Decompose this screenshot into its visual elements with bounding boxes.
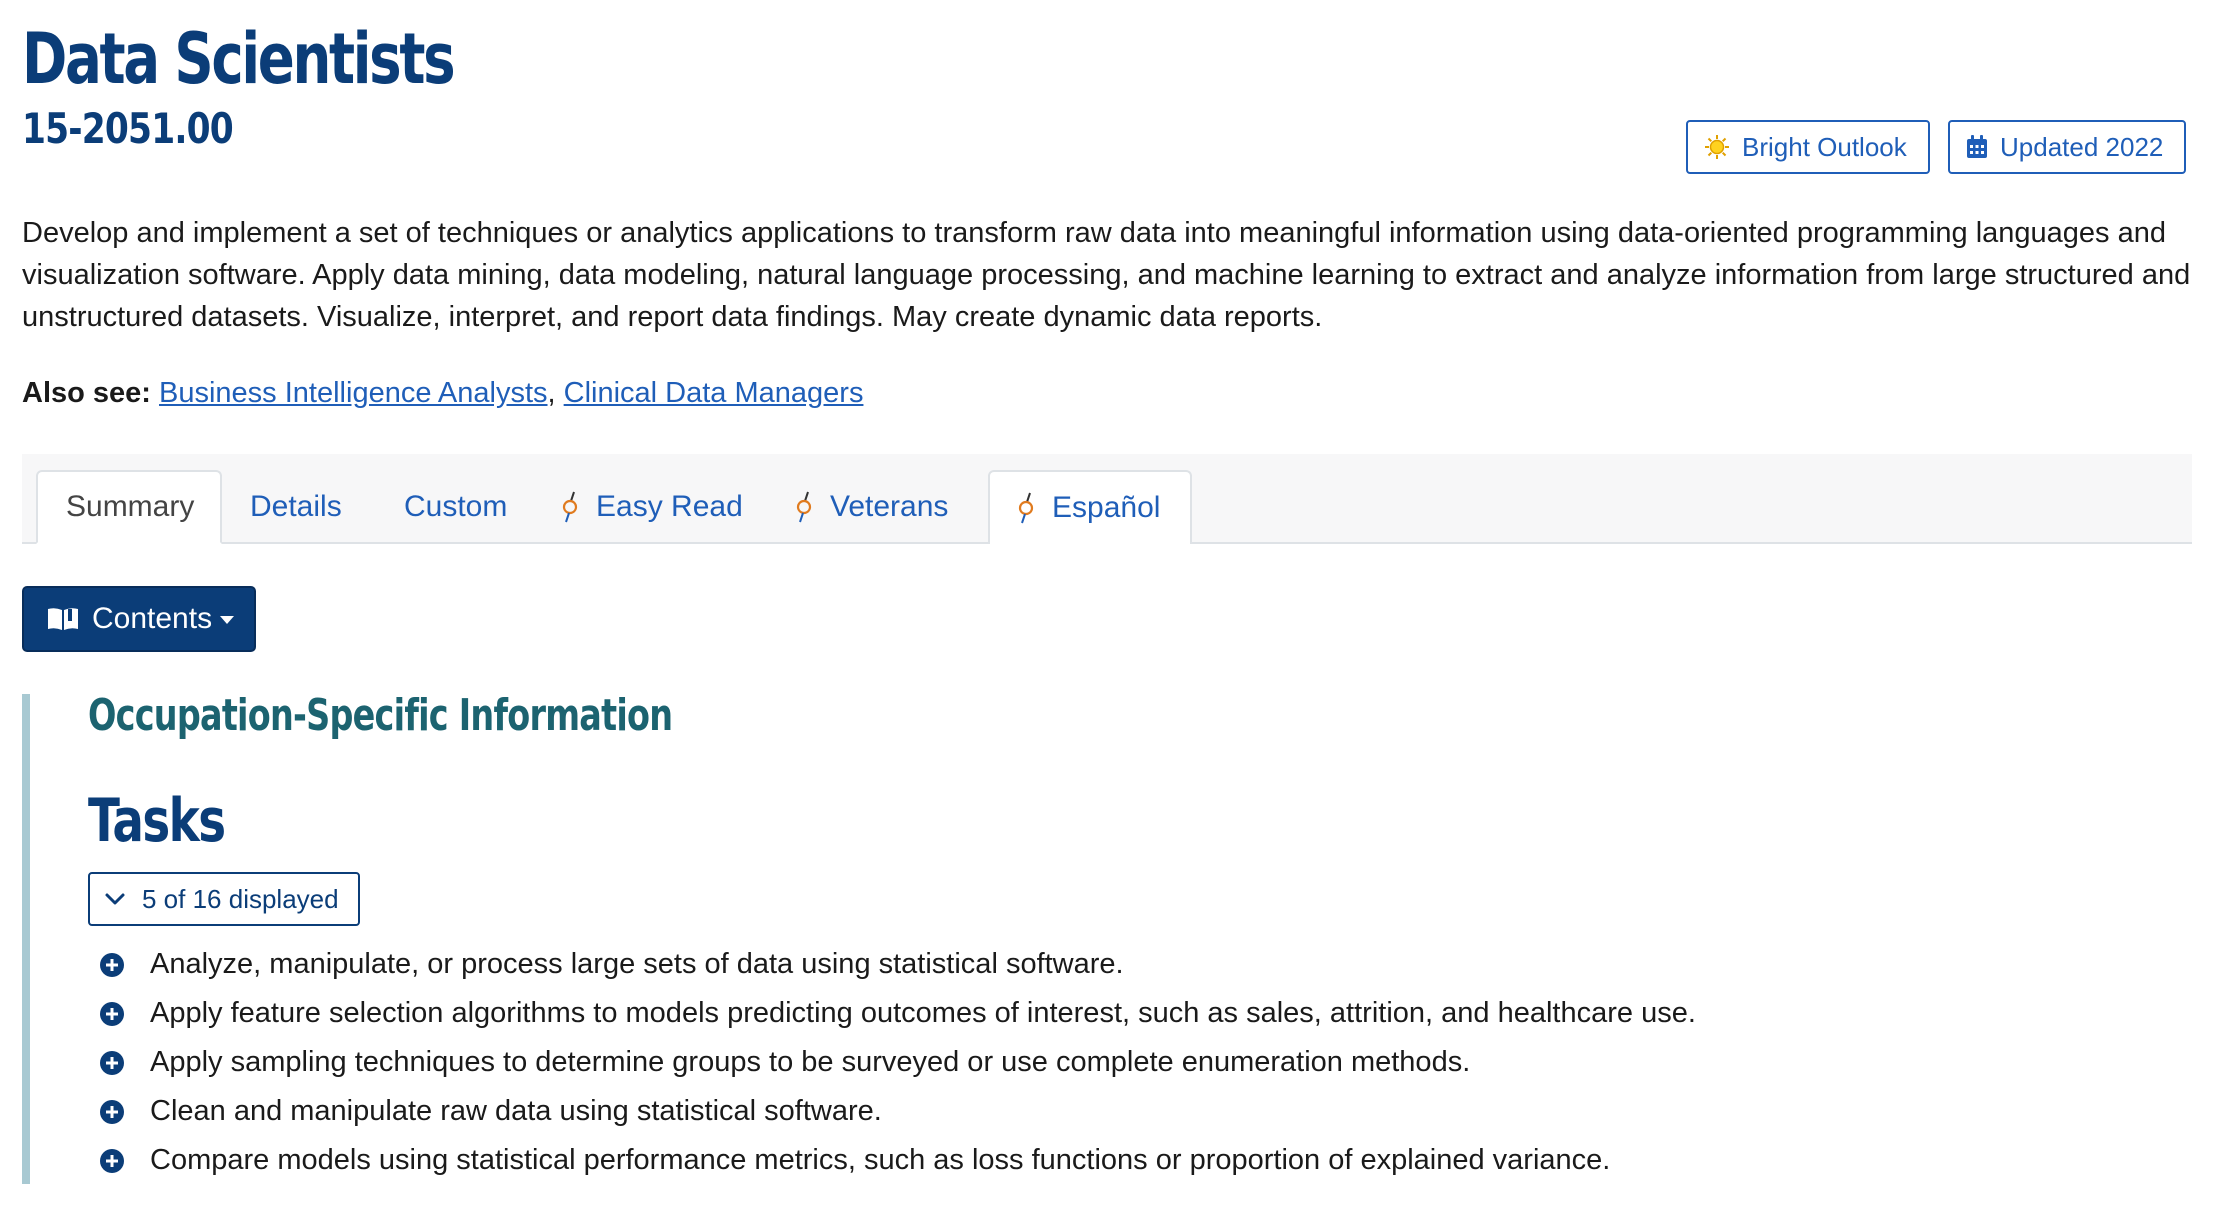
tab-espanol-label: Español — [1052, 491, 1161, 524]
tab-bar: Summary Details Custom Easy Read Veteran… — [22, 454, 2192, 544]
tab-custom[interactable]: Custom — [376, 470, 535, 544]
contents-label: Contents — [92, 602, 213, 635]
task-text: Apply feature selection algorithms to mo… — [150, 997, 1696, 1029]
task-text: Clean and manipulate raw data using stat… — [150, 1095, 882, 1127]
task-item: Compare models using statistical perform… — [98, 1136, 1696, 1185]
updated-badge[interactable]: Updated 2022 — [1948, 120, 2186, 174]
chevron-down-icon — [104, 891, 126, 907]
tab-details-label: Details — [250, 490, 342, 523]
tasks-heading: Tasks — [88, 786, 226, 856]
tab-summary[interactable]: Summary — [36, 470, 222, 544]
link-separator: , — [547, 377, 556, 409]
contents-button[interactable]: Contents — [22, 586, 256, 652]
task-text: Apply sampling techniques to determine g… — [150, 1046, 1471, 1078]
tasks-display-toggle[interactable]: 5 of 16 displayed — [88, 872, 360, 926]
sun-icon — [1704, 134, 1730, 160]
also-see-label: Also see: — [22, 377, 151, 409]
tab-easy-read-label: Easy Read — [596, 490, 743, 523]
also-see: Also see: Business Intelligence Analysts… — [22, 372, 863, 414]
task-text: Analyze, manipulate, or process large se… — [150, 948, 1124, 980]
bright-outlook-label: Bright Outlook — [1742, 131, 1907, 162]
task-list: Analyze, manipulate, or process large se… — [98, 940, 1696, 1185]
task-item: Analyze, manipulate, or process large se… — [98, 940, 1696, 989]
tab-details[interactable]: Details — [222, 470, 370, 544]
tab-custom-label: Custom — [404, 490, 508, 523]
task-item: Apply sampling techniques to determine g… — [98, 1038, 1696, 1087]
section-heading: Occupation-Specific Information — [88, 690, 673, 741]
plus-circle-icon[interactable] — [98, 951, 126, 979]
link-clinical-data-managers[interactable]: Clinical Data Managers — [564, 377, 864, 409]
task-text: Compare models using statistical perform… — [150, 1144, 1611, 1176]
book-open-icon — [46, 606, 80, 632]
plus-circle-icon[interactable] — [98, 1098, 126, 1126]
tab-espanol[interactable]: Español — [988, 470, 1192, 544]
external-variant-icon — [1018, 491, 1038, 525]
calendar-icon — [1966, 135, 1988, 159]
plus-circle-icon[interactable] — [98, 1049, 126, 1077]
external-variant-icon — [796, 490, 816, 524]
plus-circle-icon[interactable] — [98, 1000, 126, 1028]
page-title: Data Scientists — [22, 18, 456, 100]
link-business-intelligence-analysts[interactable]: Business Intelligence Analysts — [159, 377, 548, 409]
occupation-code: 15-2051.00 — [22, 104, 234, 153]
tab-summary-label: Summary — [66, 490, 195, 523]
section-accent-bar — [22, 694, 30, 1184]
updated-label: Updated 2022 — [2000, 131, 2164, 162]
plus-circle-icon[interactable] — [98, 1147, 126, 1175]
tab-veterans-label: Veterans — [830, 490, 949, 523]
occupation-description: Develop and implement a set of technique… — [22, 217, 2191, 333]
task-item: Clean and manipulate raw data using stat… — [98, 1087, 1696, 1136]
caret-down-icon — [220, 616, 235, 624]
external-variant-icon — [562, 490, 582, 524]
tasks-display-label: 5 of 16 displayed — [142, 883, 339, 914]
task-item: Apply feature selection algorithms to mo… — [98, 989, 1696, 1038]
tab-easy-read[interactable]: Easy Read — [534, 470, 771, 544]
bright-outlook-badge[interactable]: Bright Outlook — [1686, 120, 1930, 174]
tab-veterans[interactable]: Veterans — [768, 470, 976, 544]
